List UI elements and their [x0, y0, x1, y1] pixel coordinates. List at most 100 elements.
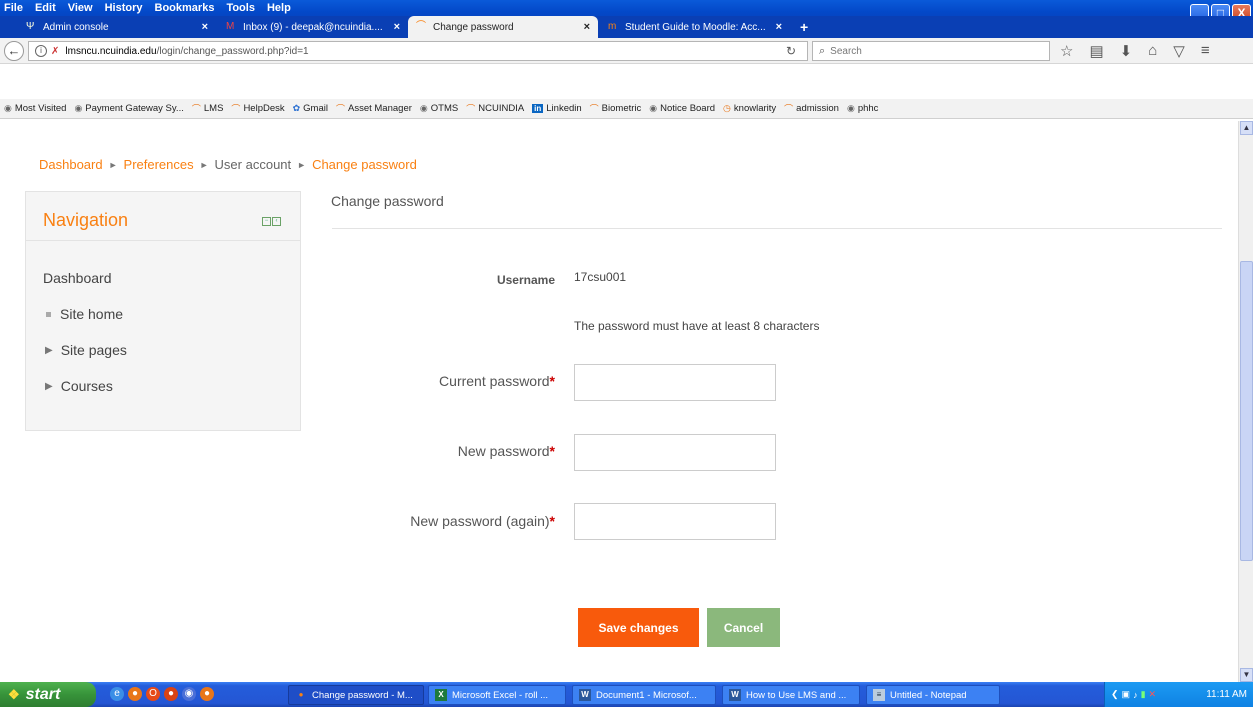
- new-tab-button[interactable]: +: [792, 16, 816, 38]
- new-password-label: New password*: [355, 443, 555, 459]
- tray-antivirus-icon[interactable]: ✕: [1149, 689, 1157, 700]
- browser-icon[interactable]: ●: [200, 687, 214, 701]
- download-icon[interactable]: ⬇: [1120, 42, 1133, 60]
- bookmark-item[interactable]: ⌒ Biometric: [590, 102, 642, 115]
- bookmark-item[interactable]: ⌒ admission: [784, 102, 839, 115]
- bookmark-item[interactable]: in Linkedin: [532, 103, 582, 114]
- tray-expand-icon[interactable]: ❮: [1111, 689, 1119, 700]
- tab-close-icon[interactable]: ×: [776, 21, 782, 33]
- breadcrumb-separator-icon: ►: [297, 159, 307, 170]
- home-icon[interactable]: ⌂: [1148, 42, 1157, 60]
- bookmarks-bar: ◉ Most Visited ◉ Payment Gateway Sy... ⌒ LMS ⌒…: [0, 99, 1253, 119]
- breadcrumb-change-password[interactable]: Change password: [312, 157, 417, 172]
- bookmark-label: OTMS: [430, 103, 459, 114]
- new-password-again-input[interactable]: [574, 503, 776, 540]
- bookmark-item[interactable]: ◉ OTMS: [420, 103, 458, 114]
- required-mark: *: [549, 373, 555, 389]
- current-password-input[interactable]: [574, 364, 776, 401]
- tray-signal-icon[interactable]: ▮: [1141, 689, 1146, 700]
- nav-site-home[interactable]: Site home: [44, 306, 123, 322]
- reload-icon[interactable]: ↻: [786, 44, 796, 58]
- address-bar[interactable]: i ✗ lmsncu.ncuindia.edu /login/change_pa…: [28, 41, 808, 61]
- toolbar-icons: ☆ ▤ ⬇ ⌂ ▽ ≡: [1060, 42, 1210, 60]
- start-button[interactable]: ❖ start: [0, 682, 96, 707]
- tab-close-icon[interactable]: ×: [202, 21, 208, 33]
- vertical-scrollbar[interactable]: ▲ ▼: [1238, 121, 1253, 682]
- dock-block-icon[interactable]: ‹: [272, 217, 281, 226]
- new-password-input[interactable]: [574, 434, 776, 471]
- expand-triangle-icon[interactable]: ▶: [45, 345, 53, 356]
- cancel-button[interactable]: Cancel: [707, 608, 780, 647]
- bookmark-item[interactable]: ⌒ NCUINDIA: [466, 102, 524, 115]
- new-password-again-label: New password (again)*: [355, 513, 555, 529]
- insecure-lock-icon: ✗: [51, 45, 60, 57]
- bookmark-item[interactable]: ⌒ Asset Manager: [336, 102, 412, 115]
- menu-edit[interactable]: Edit: [35, 0, 56, 16]
- nav-dashboard[interactable]: Dashboard: [43, 270, 112, 286]
- menu-file[interactable]: File: [4, 0, 23, 16]
- label-text: Current password: [439, 373, 550, 389]
- taskbar-item-notepad[interactable]: ≡ Untitled - Notepad: [866, 685, 1000, 705]
- pocket-icon[interactable]: ▽: [1173, 42, 1185, 60]
- bookmark-label: Gmail: [303, 103, 328, 114]
- moodle-icon: ⌒: [231, 104, 241, 114]
- bookmark-star-icon[interactable]: ☆: [1060, 42, 1073, 60]
- tab-admin-console[interactable]: Ψ Admin console ×: [18, 16, 216, 38]
- bookmark-item[interactable]: ⌒ LMS: [192, 102, 224, 115]
- bookmark-item[interactable]: ⌒ HelpDesk: [231, 102, 284, 115]
- linkedin-icon: in: [532, 104, 544, 113]
- moodle-icon: ⌒: [335, 104, 345, 114]
- bookmark-label: Asset Manager: [348, 103, 412, 114]
- bookmark-item[interactable]: ✿ Gmail: [293, 103, 328, 114]
- reading-list-icon[interactable]: ▤: [1089, 42, 1103, 60]
- username-label: Username: [496, 273, 555, 287]
- menu-bookmarks[interactable]: Bookmarks: [155, 0, 215, 16]
- menu-help[interactable]: Help: [267, 0, 291, 16]
- nav-courses[interactable]: ▶ Courses: [44, 378, 113, 394]
- save-changes-button[interactable]: Save changes: [578, 608, 699, 647]
- scroll-up-icon[interactable]: ▲: [1240, 121, 1253, 135]
- nav-item-label: Site home: [60, 306, 124, 322]
- search-input[interactable]: ⌕ Search: [812, 41, 1050, 61]
- taskbar-item-word-document1[interactable]: W Document1 - Microsof...: [572, 685, 716, 705]
- collapse-block-icon[interactable]: −: [262, 217, 271, 226]
- info-icon[interactable]: i: [35, 45, 47, 57]
- gmail-icon: M: [226, 21, 235, 32]
- hamburger-menu-icon[interactable]: ≡: [1201, 42, 1210, 60]
- bookmark-item[interactable]: ◷ knowlarity: [723, 103, 776, 114]
- tab-change-password[interactable]: ⌒ Change password ×: [408, 16, 598, 38]
- breadcrumb-preferences[interactable]: Preferences: [124, 157, 194, 172]
- tab-label: Student Guide to Moodle: Acc...: [625, 21, 766, 33]
- bookmark-item[interactable]: ◉ Notice Board: [649, 103, 715, 114]
- menu-view[interactable]: View: [68, 0, 93, 16]
- tab-strip: Ψ Admin console × M Inbox (9) - deepak@n…: [0, 16, 1253, 38]
- bookmark-label: LMS: [203, 103, 224, 114]
- tab-inbox[interactable]: M Inbox (9) - deepak@ncuindia.... ×: [218, 16, 408, 38]
- bookmark-item[interactable]: ◉ Most Visited: [4, 103, 66, 114]
- firefox-icon: ●: [298, 690, 304, 699]
- tab-student-guide[interactable]: m Student Guide to Moodle: Acc... ×: [600, 16, 790, 38]
- tab-close-icon[interactable]: ×: [394, 21, 400, 33]
- bookmark-item[interactable]: ◉ phhc: [847, 103, 878, 114]
- chrome-icon[interactable]: ◉: [182, 687, 196, 701]
- tray-volume-icon[interactable]: ♪: [1133, 690, 1138, 700]
- menu-bar: File Edit View History Bookmarks Tools H…: [4, 0, 291, 16]
- ie-icon[interactable]: e: [110, 687, 124, 701]
- taskbar-item-firefox[interactable]: ● Change password - M...: [288, 685, 424, 705]
- taskbar-item-excel[interactable]: X Microsoft Excel - roll ...: [428, 685, 566, 705]
- bookmark-item[interactable]: ◉ Payment Gateway Sy...: [74, 103, 183, 114]
- menu-tools[interactable]: Tools: [226, 0, 255, 16]
- nav-site-pages[interactable]: ▶ Site pages: [44, 342, 127, 358]
- expand-triangle-icon[interactable]: ▶: [45, 381, 53, 392]
- tray-network-icon[interactable]: ▣: [1122, 689, 1131, 700]
- taskbar-item-word-lms[interactable]: W How to Use LMS and ...: [722, 685, 860, 705]
- firefox-icon[interactable]: ●: [128, 687, 142, 701]
- office-icon[interactable]: O: [146, 687, 160, 701]
- scroll-down-icon[interactable]: ▼: [1240, 668, 1253, 682]
- tab-close-icon[interactable]: ×: [584, 21, 590, 33]
- breadcrumb-dashboard[interactable]: Dashboard: [39, 157, 103, 172]
- menu-history[interactable]: History: [105, 0, 143, 16]
- back-arrow-icon[interactable]: ←: [4, 41, 24, 61]
- opera-icon[interactable]: ●: [164, 687, 178, 701]
- scroll-thumb[interactable]: [1240, 261, 1253, 561]
